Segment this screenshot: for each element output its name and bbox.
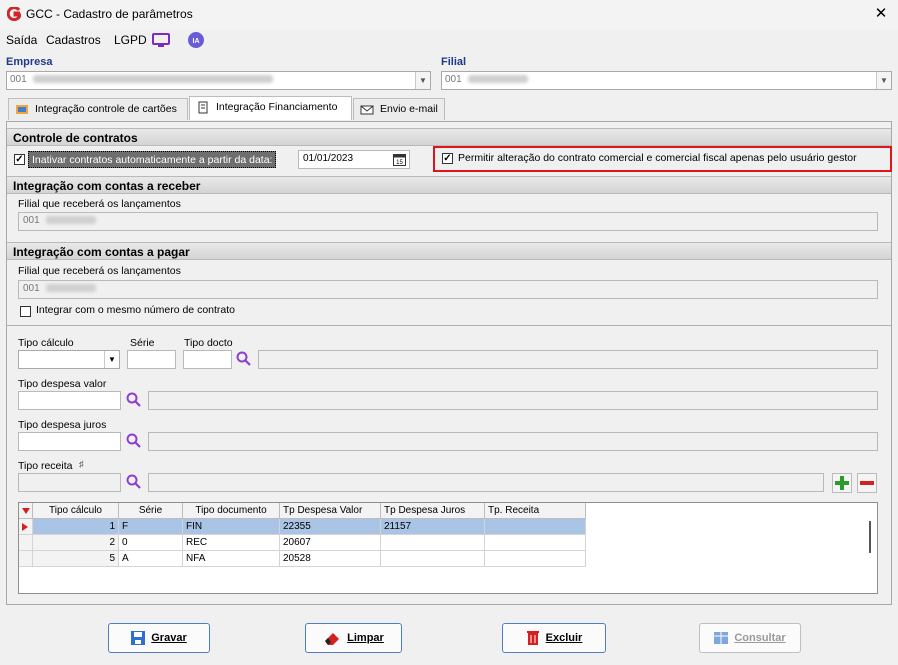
ia-assistant-icon[interactable]: IA — [188, 32, 204, 48]
tipo-calculo-label: Tipo cálculo — [18, 337, 74, 349]
chevron-down-icon[interactable]: ▼ — [415, 72, 430, 89]
gravar-button[interactable]: Gravar — [108, 623, 210, 653]
tipo-despesa-valor-desc — [148, 391, 878, 410]
menu-lgpd[interactable]: LGPD — [114, 33, 147, 47]
date-value: 01/01/2023 — [303, 153, 354, 164]
grid-corner — [19, 503, 33, 519]
integrar-checkbox[interactable] — [20, 306, 31, 317]
permitir-label: Permitir alteração do contrato comercial… — [458, 152, 857, 164]
tipo-calculo-select[interactable]: ▼ — [18, 350, 120, 369]
empresa-blurred-name — [32, 75, 273, 84]
document-icon — [198, 101, 208, 114]
remove-icon[interactable] — [857, 473, 877, 493]
close-button[interactable]: ✕ — [872, 5, 890, 23]
col-tipo-calculo[interactable]: Tipo cálculo — [33, 503, 119, 519]
row-indicator — [19, 519, 33, 535]
pagar-header: Integração com contas a pagar — [7, 242, 891, 260]
empresa-value: 001 — [10, 74, 27, 85]
grid-search-icon — [714, 632, 729, 644]
lock-icon: ♯ — [79, 459, 84, 469]
menu-cadastros[interactable]: Cadastros — [46, 33, 101, 47]
permitir-checkbox[interactable]: ✓ — [442, 153, 453, 164]
tab-integracao-cartoes[interactable]: Integração controle de cartões — [8, 98, 188, 120]
search-icon[interactable] — [126, 433, 142, 449]
receber-filial-label: Filial que receberá os lançamentos — [18, 198, 181, 210]
scrollbar-thumb[interactable] — [869, 521, 871, 553]
pagar-filial-field[interactable]: 001 — [18, 280, 878, 299]
consultar-button[interactable]: Consultar — [699, 623, 801, 653]
tab-integracao-financiamento[interactable]: Integração Financiamento — [189, 96, 352, 120]
filial-value: 001 — [445, 74, 462, 85]
menu-bar: Saída Cadastros LGPD IA — [0, 30, 898, 50]
tipo-despesa-valor-label: Tipo despesa valor — [18, 378, 107, 390]
excluir-button[interactable]: Excluir — [502, 623, 606, 653]
tipo-docto-input[interactable] — [183, 350, 232, 369]
tipo-receita-desc — [148, 473, 824, 492]
serie-label: Série — [130, 337, 155, 349]
filial-blurred-name — [467, 75, 528, 84]
search-icon[interactable] — [126, 392, 142, 408]
tipo-docto-label: Tipo docto — [184, 337, 233, 349]
inativar-checkbox[interactable]: ✓ — [14, 154, 25, 165]
tipo-despesa-juros-input[interactable] — [18, 432, 121, 451]
col-serie[interactable]: Série — [119, 503, 183, 519]
filial-label: Filial — [441, 56, 467, 68]
calendar-icon[interactable]: 15 — [393, 153, 406, 166]
row-pointer-icon — [22, 523, 28, 531]
app-logo-icon — [7, 7, 21, 21]
window-title: GCC - Cadastro de parâmetros — [26, 7, 193, 21]
data-grid: Tipo cálculo Série Tipo documento Tp Des… — [18, 502, 878, 594]
eraser-icon — [325, 633, 340, 645]
menu-saida[interactable]: Saída — [6, 33, 37, 47]
col-tp-despesa-juros[interactable]: Tp Despesa Juros — [381, 503, 485, 519]
limpar-button[interactable]: Limpar — [305, 623, 402, 653]
tab-envio-email[interactable]: Envio e-mail — [353, 98, 445, 120]
add-icon[interactable] — [832, 473, 852, 493]
receber-header: Integração com contas a receber — [7, 176, 891, 194]
integrar-label: Integrar com o mesmo número de contrato — [36, 304, 236, 316]
search-icon[interactable] — [126, 474, 142, 490]
col-tp-receita[interactable]: Tp. Receita — [485, 503, 586, 519]
tipo-receita-label: Tipo receita — [18, 460, 73, 472]
empresa-select[interactable]: 001 ▼ — [6, 71, 431, 90]
chevron-down-icon[interactable]: ▼ — [104, 351, 119, 368]
tipo-docto-desc — [258, 350, 878, 369]
monitor-icon[interactable] — [152, 33, 170, 48]
inativar-date-field[interactable]: 01/01/2023 15 — [298, 150, 410, 169]
pagar-filial-label: Filial que receberá os lançamentos — [18, 265, 181, 277]
tipo-despesa-juros-label: Tipo despesa juros — [18, 419, 107, 431]
divider — [7, 325, 891, 326]
svg-text:15: 15 — [396, 160, 403, 166]
controle-header: Controle de contratos — [7, 128, 891, 146]
tipo-despesa-juros-desc — [148, 432, 878, 451]
serie-input[interactable] — [127, 350, 176, 369]
chevron-down-icon[interactable]: ▼ — [876, 72, 891, 89]
filial-select[interactable]: 001 ▼ — [441, 71, 892, 90]
trash-icon — [526, 631, 539, 645]
save-icon — [131, 631, 146, 645]
email-icon — [360, 105, 374, 115]
empresa-label: Empresa — [6, 56, 53, 68]
cards-icon — [16, 105, 28, 114]
search-icon[interactable] — [236, 351, 252, 367]
tipo-receita-input[interactable] — [18, 473, 121, 492]
title-bar: GCC - Cadastro de parâmetros ✕ — [0, 0, 898, 30]
inativar-label: Inativar contratos automaticamente a par… — [28, 151, 277, 168]
receber-filial-field[interactable]: 001 — [18, 212, 878, 231]
tipo-despesa-valor-input[interactable] — [18, 391, 121, 410]
sort-down-icon — [22, 508, 30, 514]
svg-text:IA: IA — [193, 38, 200, 45]
col-tipo-documento[interactable]: Tipo documento — [183, 503, 280, 519]
col-tp-despesa-valor[interactable]: Tp Despesa Valor — [280, 503, 381, 519]
